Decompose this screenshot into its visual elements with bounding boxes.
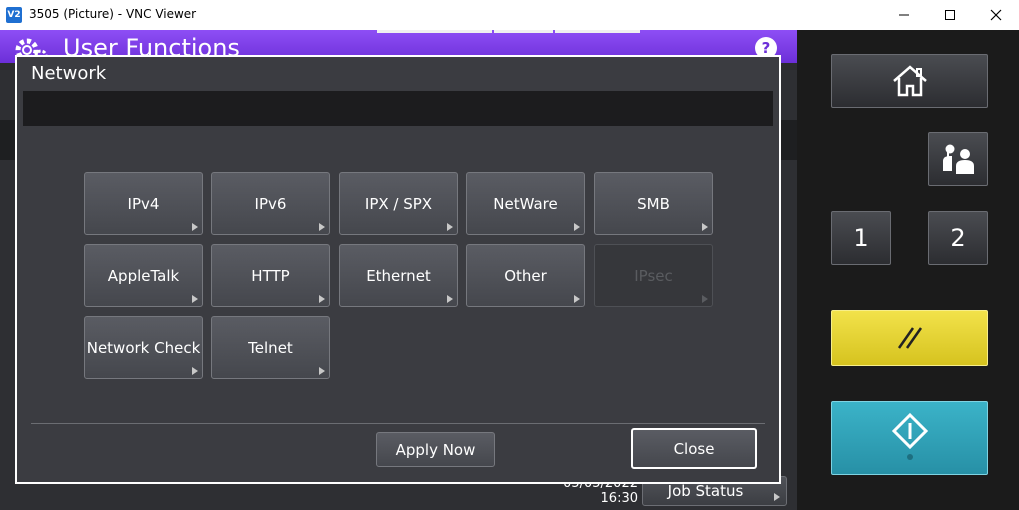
window-title: 3505 (Picture) - VNC Viewer	[29, 7, 197, 21]
minimize-button[interactable]	[881, 0, 927, 30]
maximize-icon	[945, 10, 955, 20]
main-area: User Functions ? 05/05/2022 16:30 Job St…	[0, 30, 797, 510]
arrow-icon	[574, 295, 580, 303]
arrow-icon	[192, 295, 198, 303]
ipv6-button[interactable]: IPv6	[211, 172, 330, 235]
window-titlebar: V2 3505 (Picture) - VNC Viewer	[0, 0, 1019, 30]
arrow-icon	[319, 367, 325, 375]
dialog-message-bar	[23, 91, 773, 126]
job-status-label: Job Status	[667, 482, 744, 500]
user-key-icon	[943, 144, 974, 174]
button-label: Other	[504, 266, 547, 285]
network-check-button[interactable]: Network Check	[84, 316, 203, 379]
ethernet-button[interactable]: Ethernet	[339, 244, 458, 307]
ipx-spx-button[interactable]: IPX / SPX	[339, 172, 458, 235]
memory-1-button[interactable]: 1	[831, 211, 891, 265]
double-slash-icon	[897, 327, 922, 349]
vnc-app-icon: V2	[6, 7, 22, 23]
button-label: Network Check	[86, 338, 201, 357]
maximize-button[interactable]	[927, 0, 973, 30]
http-button[interactable]: HTTP	[211, 244, 330, 307]
other-button[interactable]: Other	[466, 244, 585, 307]
dialog-title: Network	[31, 63, 107, 84]
user-access-button[interactable]	[928, 132, 988, 186]
arrow-icon	[702, 295, 708, 303]
time-text: 16:30	[600, 491, 638, 506]
appletalk-button[interactable]: AppleTalk	[84, 244, 203, 307]
netware-button[interactable]: NetWare	[466, 172, 585, 235]
dialog-divider	[31, 423, 765, 424]
tab-strip	[377, 30, 492, 33]
arrow-icon	[702, 223, 708, 231]
button-label: SMB	[637, 194, 670, 213]
button-label: Telnet	[248, 338, 293, 357]
button-label: IPv6	[254, 194, 287, 213]
close-button[interactable]: Close	[631, 428, 757, 469]
telnet-button[interactable]: Telnet	[211, 316, 330, 379]
network-dialog: Network IPv4 IPv6 IPX / SPX NetWare SMB …	[15, 55, 781, 484]
remote-screen: User Functions ? 05/05/2022 16:30 Job St…	[0, 30, 1019, 510]
arrow-icon	[774, 493, 780, 501]
arrow-icon	[447, 295, 453, 303]
tab-strip	[494, 30, 553, 33]
home-icon	[892, 65, 927, 97]
arrow-icon	[574, 223, 580, 231]
button-label: IPv4	[127, 194, 160, 213]
button-label: NetWare	[493, 194, 558, 213]
apply-now-button[interactable]: Apply Now	[376, 432, 495, 467]
tab-strip	[555, 30, 640, 33]
ipv4-button[interactable]: IPv4	[84, 172, 203, 235]
close-icon	[990, 9, 1002, 21]
smb-button[interactable]: SMB	[594, 172, 713, 235]
home-button[interactable]	[831, 54, 988, 108]
arrow-icon	[447, 223, 453, 231]
button-label: Ethernet	[366, 266, 431, 285]
reset-button[interactable]	[831, 310, 988, 366]
arrow-icon	[319, 295, 325, 303]
close-window-button[interactable]	[973, 0, 1019, 30]
button-label: IPX / SPX	[364, 194, 433, 213]
minimize-icon	[899, 14, 909, 16]
ipsec-button: IPsec	[594, 244, 713, 307]
start-diamond-icon	[891, 412, 928, 460]
button-label: IPsec	[634, 266, 673, 285]
arrow-icon	[319, 223, 325, 231]
arrow-icon	[192, 223, 198, 231]
button-label: AppleTalk	[107, 266, 180, 285]
start-button[interactable]	[831, 401, 988, 475]
arrow-icon	[192, 367, 198, 375]
button-label: HTTP	[251, 266, 290, 285]
memory-2-button[interactable]: 2	[928, 211, 988, 265]
